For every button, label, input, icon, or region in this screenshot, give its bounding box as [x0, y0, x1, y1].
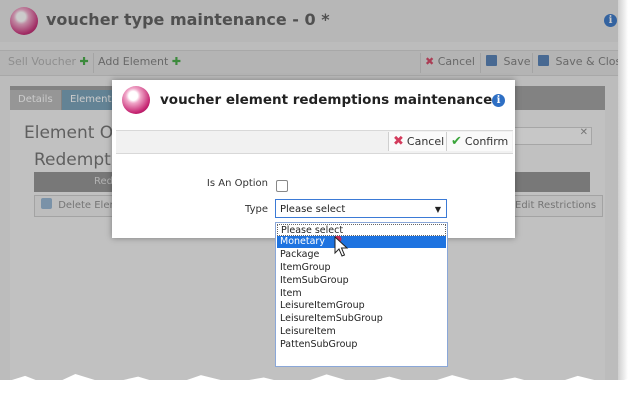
dropdown-option[interactable]: Please select: [277, 224, 446, 236]
window-shadow: [618, 0, 628, 380]
caret-down-icon: ▼: [434, 205, 441, 214]
type-select-value: Please select: [280, 204, 346, 215]
dropdown-option[interactable]: Package: [277, 249, 446, 261]
dropdown-option[interactable]: ItemGroup: [277, 262, 446, 274]
dropdown-option[interactable]: Item: [277, 288, 446, 300]
modal-cancel-button[interactable]: ✖ Cancel: [388, 132, 449, 151]
modal-toolbar: ✖ Cancel ✔ Confirm: [116, 130, 513, 154]
dropdown-option[interactable]: Monetary: [277, 236, 446, 248]
type-label: Type: [245, 204, 268, 215]
logo-icon: [122, 86, 150, 114]
cancel-x-icon: ✖: [393, 134, 404, 149]
dropdown-option[interactable]: PattenSubGroup: [277, 339, 446, 351]
type-select[interactable]: Please select ▼: [275, 199, 447, 218]
type-dropdown-list: Please select Monetary Package ItemGroup…: [275, 222, 448, 367]
check-icon: ✔: [451, 134, 462, 149]
modal-confirm-label: Confirm: [464, 135, 509, 148]
modal-title: voucher element redemptions maintenance: [160, 92, 493, 108]
mouse-pointer-icon: [334, 236, 349, 257]
info-icon[interactable]: i: [492, 94, 505, 107]
dropdown-option[interactable]: LeisureItemGroup: [277, 300, 446, 312]
modal-confirm-button[interactable]: ✔ Confirm: [446, 132, 513, 151]
modal-cancel-label: Cancel: [406, 135, 445, 148]
is-option-checkbox[interactable]: [276, 180, 288, 192]
dropdown-option[interactable]: ItemSubGroup: [277, 275, 446, 287]
dropdown-option[interactable]: LeisureItem: [277, 326, 446, 338]
is-option-label: Is An Option: [206, 178, 268, 189]
dropdown-option[interactable]: LeisureItemSubGroup: [277, 313, 446, 325]
redemptions-modal: voucher element redemptions maintenance …: [112, 80, 515, 238]
